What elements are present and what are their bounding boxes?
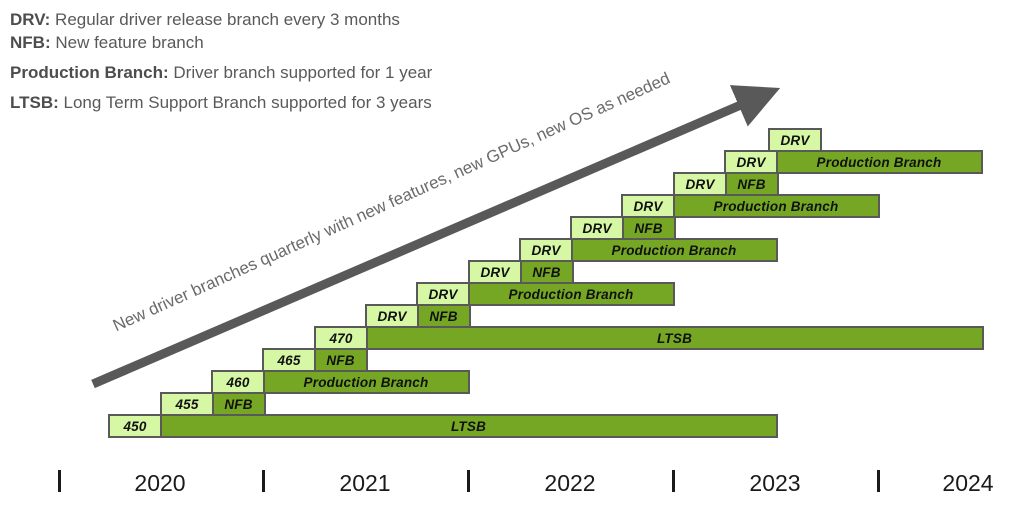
branch-row: DRV NFB: [365, 304, 471, 328]
branch-segment: DRV: [416, 282, 470, 306]
branch-segment: Production Branch: [262, 370, 470, 394]
branch-segment: 465: [262, 348, 316, 372]
branch-row: 465 NFB: [262, 348, 368, 372]
branch-row: DRV NFB: [570, 216, 676, 240]
branch-segment: DRV: [724, 150, 778, 174]
branch-segment: NFB: [621, 216, 676, 240]
branch-segment: LTSB: [365, 326, 984, 350]
branch-row: DRV Production Branch: [519, 238, 778, 262]
axis-tick: [877, 470, 880, 492]
branch-row: 455 NFB: [160, 392, 266, 416]
branch-segment: NFB: [724, 172, 779, 196]
branch-row: DRV NFB: [673, 172, 779, 196]
branch-segment: DRV: [570, 216, 624, 240]
axis-tick: [672, 470, 675, 492]
branch-row: DRV: [768, 128, 822, 152]
axis-tick: [58, 470, 61, 492]
time-axis: 2020 2021 2022 2023 2024: [0, 462, 1030, 521]
branch-row: DRV Production Branch: [416, 282, 675, 306]
branch-segment: NFB: [211, 392, 266, 416]
branch-segment: DRV: [673, 172, 727, 196]
axis-year-label: 2022: [544, 470, 596, 496]
branch-segment: LTSB: [159, 414, 778, 438]
axis-year-label: 2024: [942, 470, 994, 496]
branch-segment: DRV: [621, 194, 675, 218]
branch-segment: 470: [314, 326, 368, 350]
axis-tick: [467, 470, 470, 492]
branch-segment: Production Branch: [467, 282, 675, 306]
branch-segment: 455: [160, 392, 214, 416]
branch-row: 450 LTSB: [108, 414, 778, 438]
branch-segment: DRV: [519, 238, 573, 262]
branch-segment: DRV: [468, 260, 522, 284]
branch-segment: Production Branch: [570, 238, 778, 262]
branch-segment: Production Branch: [672, 194, 880, 218]
axis-year-label: 2020: [134, 470, 186, 496]
branch-segment: 450: [108, 414, 162, 438]
timeline-diagram: DRV: Regular driver release branch every…: [0, 0, 1030, 521]
branch-segment: DRV: [365, 304, 419, 328]
branch-row: DRV Production Branch: [724, 150, 983, 174]
branch-segment: Production Branch: [775, 150, 983, 174]
branch-row: DRV Production Branch: [621, 194, 880, 218]
branch-row: 470 LTSB: [314, 326, 984, 350]
branch-row: DRV NFB: [468, 260, 574, 284]
branch-segment: DRV: [768, 128, 822, 152]
branch-segment: 460: [211, 370, 265, 394]
branch-rows: 450 LTSB 455 NFB 460 Production Branch 465 NFB 4…: [0, 0, 1030, 460]
axis-year-label: 2023: [749, 470, 801, 496]
branch-segment: NFB: [313, 348, 368, 372]
branch-segment: NFB: [519, 260, 574, 284]
axis-year-label: 2021: [339, 470, 391, 496]
branch-row: 460 Production Branch: [211, 370, 470, 394]
axis-tick: [262, 470, 265, 492]
branch-segment: NFB: [416, 304, 471, 328]
